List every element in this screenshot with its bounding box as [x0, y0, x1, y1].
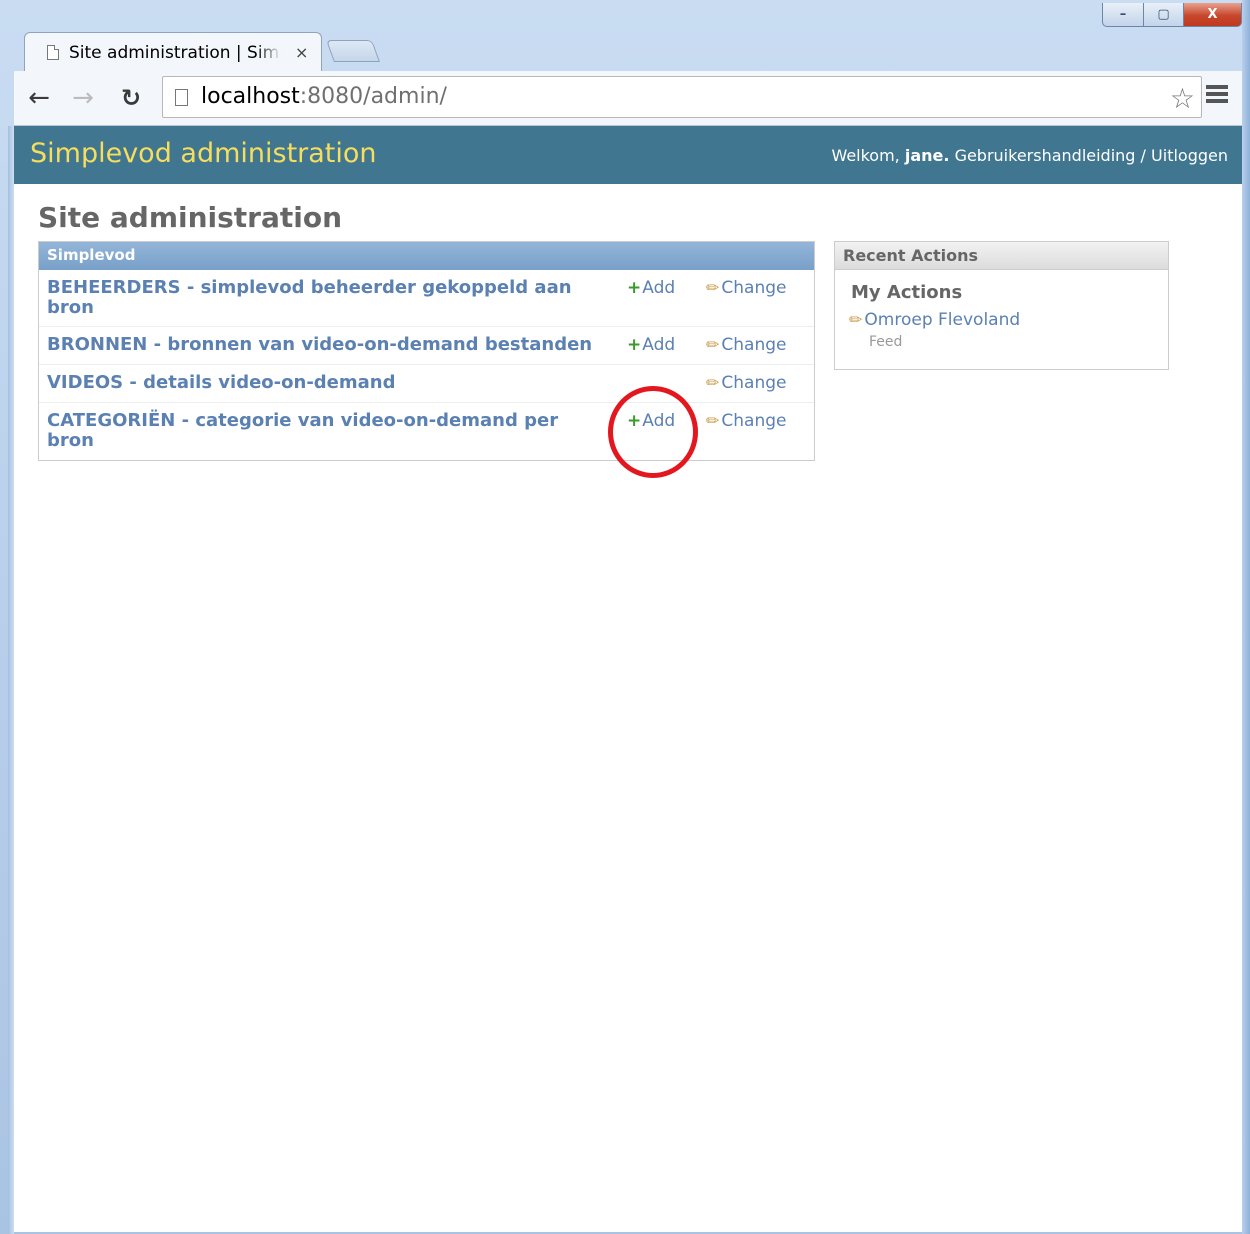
- plus-icon: +: [627, 278, 642, 298]
- tab-title: Site administration | Simplevod administ…: [69, 42, 281, 63]
- pencil-icon: ✏: [706, 373, 720, 392]
- my-actions-heading: My Actions: [851, 282, 963, 303]
- admin-header: Simplevod administration Welkom, jane. G…: [14, 126, 1242, 184]
- pencil-icon: ✏: [706, 278, 720, 297]
- add-link[interactable]: +Add: [627, 278, 675, 298]
- user-tools: Welkom, jane. Gebruikershandleiding / Ui…: [831, 146, 1228, 165]
- address-bar[interactable]: localhost:8080/admin/ ☆: [162, 76, 1202, 118]
- plus-icon: +: [627, 335, 642, 355]
- recent-actions-caption: Recent Actions: [835, 242, 1168, 270]
- model-link[interactable]: VIDEOS - details video-on-demand: [47, 373, 607, 393]
- new-tab-button[interactable]: [325, 40, 381, 62]
- bookmark-star-icon[interactable]: ☆: [1170, 82, 1195, 115]
- url-text: localhost:8080/admin/: [201, 84, 447, 109]
- separator: /: [1140, 146, 1146, 165]
- model-row: BEHEERDERS - simplevod beheerder gekoppe…: [39, 270, 814, 327]
- page-title: Site administration: [38, 201, 343, 234]
- change-link[interactable]: ✏ Change: [706, 411, 787, 431]
- browser-window: – ▢ X Site administration | Simplevod ad…: [0, 0, 1250, 1234]
- logout-link[interactable]: Uitloggen: [1151, 146, 1228, 165]
- pencil-icon: ✏: [849, 310, 863, 329]
- username: jane.: [904, 146, 950, 165]
- browser-tab-active[interactable]: Site administration | Simplevod administ…: [24, 32, 322, 72]
- model-link[interactable]: BRONNEN - bronnen van video-on-demand be…: [47, 335, 617, 355]
- window-controls: – ▢ X: [1102, 3, 1242, 27]
- browser-toolbar: ← → ↻ localhost:8080/admin/ ☆: [14, 71, 1242, 126]
- model-row: VIDEOS - details video-on-demand ✏ Change: [39, 365, 814, 403]
- recent-action-type: Feed: [869, 334, 903, 350]
- add-link[interactable]: +Add: [627, 335, 675, 355]
- model-row: BRONNEN - bronnen van video-on-demand be…: [39, 327, 814, 365]
- maximize-button[interactable]: ▢: [1144, 3, 1184, 27]
- page-icon: [175, 89, 188, 106]
- close-window-button[interactable]: X: [1184, 3, 1242, 27]
- browser-menu-icon[interactable]: [1206, 83, 1228, 105]
- welcome-text: Welkom,: [831, 146, 900, 165]
- app-module-simplevod: Simplevod BEHEERDERS - simplevod beheerd…: [38, 241, 815, 461]
- site-brand[interactable]: Simplevod administration: [30, 138, 377, 169]
- page-viewport: Simplevod administration Welkom, jane. G…: [14, 126, 1242, 1232]
- window-edge: [1242, 0, 1250, 1234]
- forward-arrow-icon[interactable]: →: [68, 83, 98, 113]
- page-icon: [47, 45, 59, 60]
- model-link[interactable]: BEHEERDERS - simplevod beheerder gekoppe…: [47, 278, 607, 318]
- model-link[interactable]: CATEGORIËN - categorie van video-on-dema…: [47, 411, 607, 451]
- annotation-circle: [608, 386, 698, 478]
- docs-link[interactable]: Gebruikershandleiding: [955, 146, 1136, 165]
- reload-icon[interactable]: ↻: [116, 83, 146, 113]
- pencil-icon: ✏: [706, 411, 720, 430]
- change-link[interactable]: ✏ Change: [706, 335, 787, 355]
- back-arrow-icon[interactable]: ←: [24, 83, 54, 113]
- tab-close-icon[interactable]: ×: [295, 43, 308, 62]
- pencil-icon: ✏: [706, 335, 720, 354]
- minimize-button[interactable]: –: [1102, 3, 1144, 27]
- change-link[interactable]: ✏ Change: [706, 373, 787, 393]
- recent-actions-module: Recent Actions My Actions ✏ Omroep Flevol…: [834, 241, 1169, 370]
- change-link[interactable]: ✏ Change: [706, 278, 787, 298]
- module-caption[interactable]: Simplevod: [39, 242, 814, 270]
- recent-action-link[interactable]: ✏ Omroep Flevoland: [849, 310, 1020, 330]
